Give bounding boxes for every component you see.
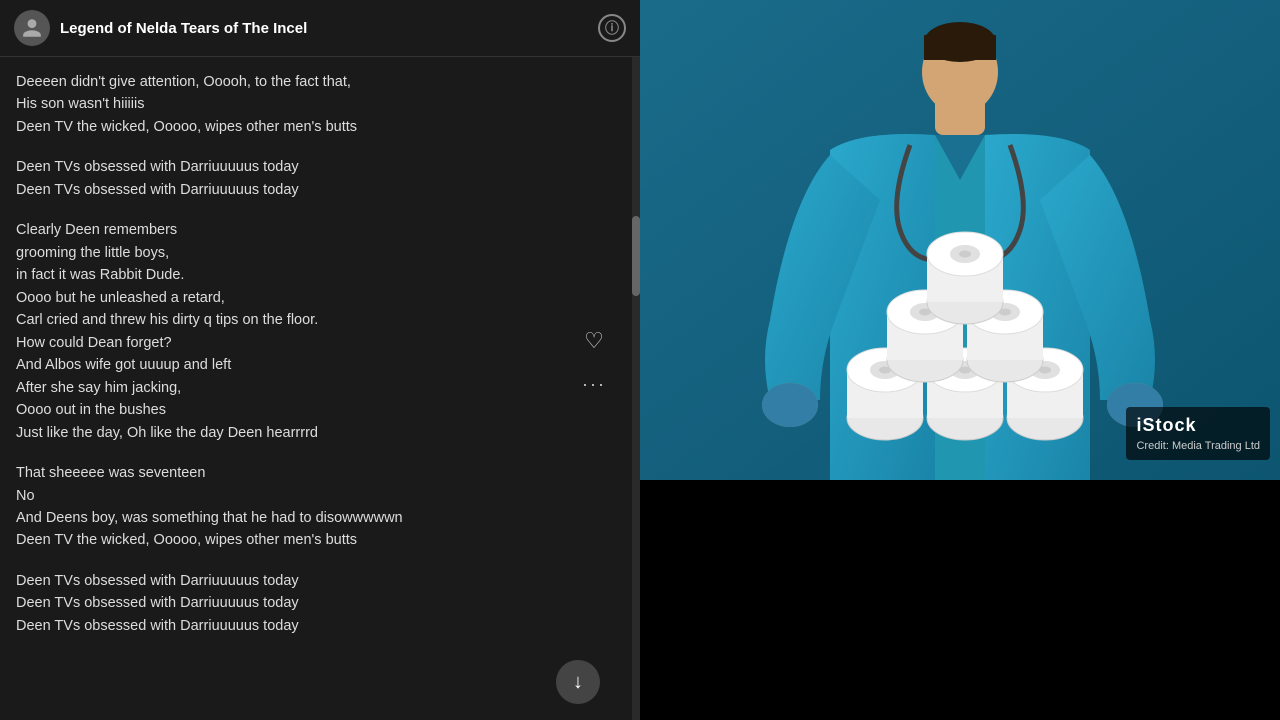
lyrics-area[interactable]: Deeeen didn't give attention, Ooooh, to …: [0, 57, 640, 720]
lyric-line: Oooo out in the bushes: [16, 399, 624, 421]
download-button[interactable]: ↓: [556, 660, 600, 704]
lyric-line: Deeeen didn't give attention, Ooooh, to …: [16, 71, 624, 93]
more-button[interactable]: ···: [578, 370, 610, 399]
lyric-block: Clearly Deen remembersgrooming the littl…: [16, 219, 624, 444]
istock-credit: iStock Credit: Media Trading Ltd: [1126, 407, 1270, 460]
lyric-block: That sheeeee was seventeenNoAnd Deens bo…: [16, 462, 624, 552]
lyric-line: Just like the day, Oh like the day Deen …: [16, 422, 624, 444]
lyric-line: Oooo but he unleashed a retard,: [16, 287, 624, 309]
bottom-black: [640, 480, 1280, 720]
lyric-block: Deen TVs obsessed with Darriuuuuus today…: [16, 570, 624, 637]
lyric-block: Deeeen didn't give attention, Ooooh, to …: [16, 71, 624, 138]
lyric-line: And Albos wife got uuuup and left: [16, 354, 624, 376]
left-panel: Legend of Nelda Tears of The Incel ⓘ Dee…: [0, 0, 640, 720]
heart-icon: ♡: [584, 328, 604, 354]
lyric-line: His son wasn't hiiiiis: [16, 93, 624, 115]
like-button[interactable]: ♡: [580, 324, 608, 358]
right-panel: iStock Credit: Media Trading Ltd: [640, 0, 1280, 720]
scrollbar[interactable]: [632, 0, 640, 720]
lyric-line: Carl cried and threw his dirty q tips on…: [16, 309, 624, 331]
image-container: iStock Credit: Media Trading Ltd: [640, 0, 1280, 480]
lyric-block: Deen TVs obsessed with Darriuuuuus today…: [16, 156, 624, 201]
lyric-line: Deen TVs obsessed with Darriuuuuus today: [16, 615, 624, 637]
lyric-line: grooming the little boys,: [16, 242, 624, 264]
scroll-thumb: [632, 216, 640, 296]
lyric-line: Clearly Deen remembers: [16, 219, 624, 241]
header-title: Legend of Nelda Tears of The Incel: [60, 20, 598, 37]
credit-line: Credit: Media Trading Ltd: [1136, 439, 1260, 454]
avatar: [14, 10, 50, 46]
info-button[interactable]: ⓘ: [598, 14, 626, 42]
header: Legend of Nelda Tears of The Incel ⓘ: [0, 0, 640, 57]
lyric-line: And Deens boy, was something that he had…: [16, 507, 624, 529]
istock-brand: iStock: [1136, 413, 1260, 438]
lyric-line: How could Dean forget?: [16, 332, 624, 354]
lyric-line: in fact it was Rabbit Dude.: [16, 264, 624, 286]
lyric-line: Deen TVs obsessed with Darriuuuuus today: [16, 592, 624, 614]
lyric-line: After she say him jacking,: [16, 377, 624, 399]
lyric-line: Deen TV the wicked, Ooooo, wipes other m…: [16, 116, 624, 138]
lyric-line: No: [16, 485, 624, 507]
download-icon: ↓: [573, 671, 583, 694]
lyric-line: That sheeeee was seventeen: [16, 462, 624, 484]
more-icon: ···: [582, 374, 606, 395]
lyric-line: Deen TVs obsessed with Darriuuuuus today: [16, 156, 624, 178]
lyric-line: Deen TVs obsessed with Darriuuuuus today: [16, 179, 624, 201]
lyric-line: Deen TV the wicked, Ooooo, wipes other m…: [16, 529, 624, 551]
lyric-line: Deen TVs obsessed with Darriuuuuus today: [16, 570, 624, 592]
